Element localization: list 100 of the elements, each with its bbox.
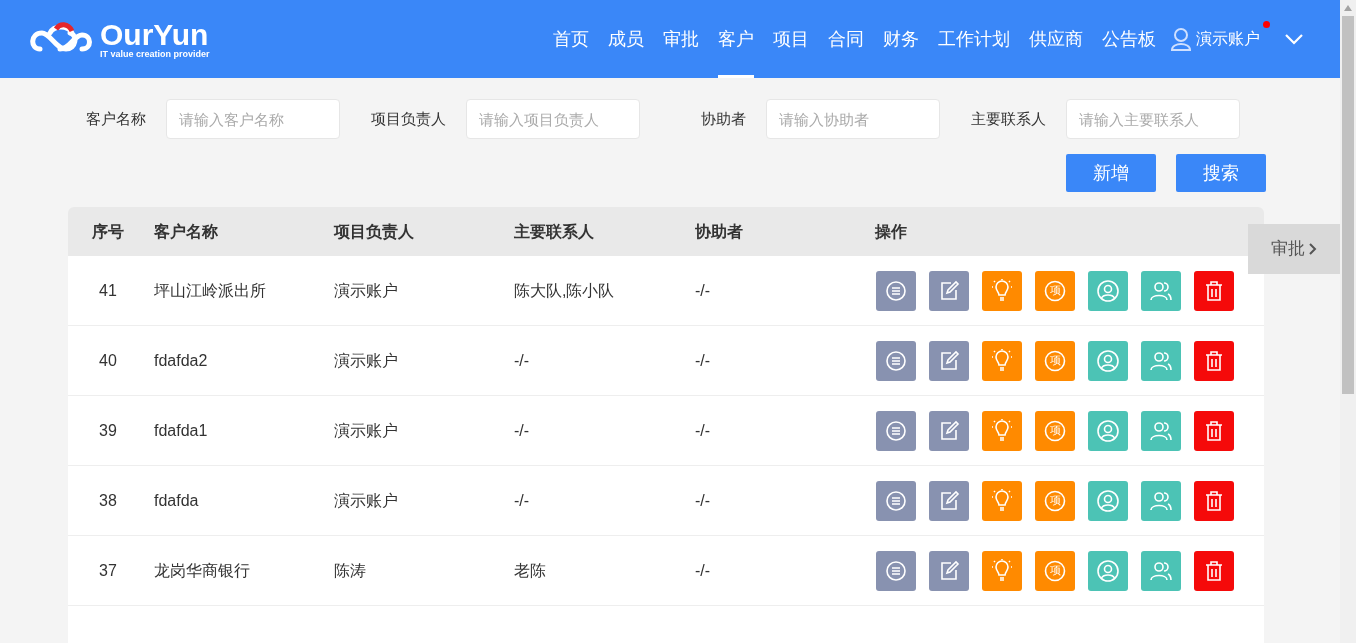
nav-tab[interactable]: 供应商 [1029,0,1083,78]
table-cell-text: -/- [513,420,531,441]
user-circle-icon [1096,418,1120,443]
person-button[interactable] [1088,480,1128,521]
nav-tab[interactable]: 公告板 [1102,0,1156,78]
lightbulb-icon [990,488,1014,513]
action-button[interactable]: 搜索 [1176,154,1266,192]
idea-button[interactable] [982,270,1022,311]
project-button[interactable]: 项 [1035,480,1075,521]
person-button[interactable] [1088,410,1128,451]
table-cell-text: 40 [98,350,118,371]
user-circle-icon [1096,558,1120,583]
lightbulb-icon [990,278,1014,303]
column-header: 主要联系人 [513,221,595,242]
chevron-down-icon[interactable] [1284,33,1304,45]
lightbulb-icon [990,558,1014,583]
project-button[interactable]: 项 [1035,270,1075,311]
detail-button[interactable] [876,340,916,381]
detail-button[interactable] [876,550,916,591]
nav-tab[interactable]: 工作计划 [938,0,1010,78]
nav-tab[interactable]: 合同 [828,0,864,78]
filter-label: 主要联系人 [970,108,1046,129]
chevron-right-icon [1309,243,1317,255]
nav-tab[interactable]: 成员 [608,0,644,78]
idea-button[interactable] [982,340,1022,381]
scrollbar-thumb[interactable] [1342,16,1354,394]
user-circle-icon [1096,348,1120,373]
idea-button[interactable] [982,410,1022,451]
people-button[interactable] [1141,410,1181,451]
nav-tab[interactable]: 客户 [718,0,754,78]
table-cell-text: 陈大队,陈小队 [513,280,616,301]
people-button[interactable] [1141,480,1181,521]
table-cell-text: 39 [98,420,118,441]
column-header: 协助者 [694,221,744,242]
people-button[interactable] [1141,340,1181,381]
filter-label: 协助者 [700,108,746,129]
filter-input-field[interactable]: 请输入主要联系人 [1066,99,1240,139]
detail-button[interactable] [876,270,916,311]
project-button[interactable]: 项 [1035,340,1075,381]
list-circle-icon [884,418,908,443]
idea-button[interactable] [982,480,1022,521]
list-circle-icon [884,348,908,373]
circled-character-icon [1043,558,1067,583]
detail-button[interactable] [876,480,916,521]
table-cell-text: 演示账户 [333,280,399,301]
project-button[interactable]: 项 [1035,550,1075,591]
column-header: 序号 [91,221,125,242]
table-cell-text: 龙岗华商银行 [153,560,251,581]
approval-side-tab[interactable]: 审批 [1248,224,1340,274]
table-cell-text: 陈涛 [333,560,367,581]
list-circle-icon [884,558,908,583]
person-button[interactable] [1088,340,1128,381]
edit-button[interactable] [929,550,969,591]
filter-label: 项目负责人 [370,108,446,129]
detail-button[interactable] [876,410,916,451]
filter-input-field[interactable]: 请输入客户名称 [166,99,340,139]
delete-button[interactable] [1194,480,1234,521]
edit-button[interactable] [929,410,969,451]
circled-character-icon [1043,278,1067,303]
action-button[interactable]: 新增 [1066,154,1156,192]
table-cell-text: 演示账户 [333,420,399,441]
column-header: 操作 [873,221,908,242]
user-name[interactable]: 演示账户 [1196,27,1260,51]
scroll-up-icon[interactable] [1344,5,1352,11]
user-icon [1170,27,1192,51]
edit-button[interactable] [929,270,969,311]
project-button[interactable]: 项 [1035,410,1075,451]
person-button[interactable] [1088,270,1128,311]
table-cell-text: -/- [694,420,712,441]
logo-name: OurYun [100,19,209,50]
column-header: 客户名称 [153,221,219,242]
delete-button[interactable] [1194,340,1234,381]
delete-button[interactable] [1194,270,1234,311]
table-cell-text: -/- [694,350,712,371]
table-cell-text: fdafda2 [153,350,209,371]
nav-tab[interactable]: 审批 [663,0,699,78]
edit-button[interactable] [929,480,969,521]
lightbulb-icon [990,418,1014,443]
table-cell-text: fdafda1 [153,420,209,441]
table-cell-text: -/- [513,350,531,371]
person-button[interactable] [1088,550,1128,591]
delete-button[interactable] [1194,550,1234,591]
nav-tab[interactable]: 财务 [883,0,919,78]
nav-tab[interactable]: 项目 [773,0,809,78]
table-cell-text: -/- [694,560,712,581]
people-button[interactable] [1141,270,1181,311]
edit-button[interactable] [929,340,969,381]
idea-button[interactable] [982,550,1022,591]
logo-tagline: IT value creation provider [100,49,210,59]
delete-button[interactable] [1194,410,1234,451]
table-cell-text: -/- [694,490,712,511]
filter-input-field[interactable]: 请输入项目负责人 [466,99,640,139]
people-button[interactable] [1141,550,1181,591]
table-cell-text: fdafda [153,490,200,511]
table-cell-text: -/- [513,490,531,511]
filter-input-field[interactable]: 请输入协助者 [766,99,940,139]
nav-tab[interactable]: 首页 [553,0,589,78]
table-cell-text: 坪山江岭派出所 [153,280,267,301]
scrollbar[interactable] [1340,0,1356,643]
list-circle-icon [884,488,908,513]
